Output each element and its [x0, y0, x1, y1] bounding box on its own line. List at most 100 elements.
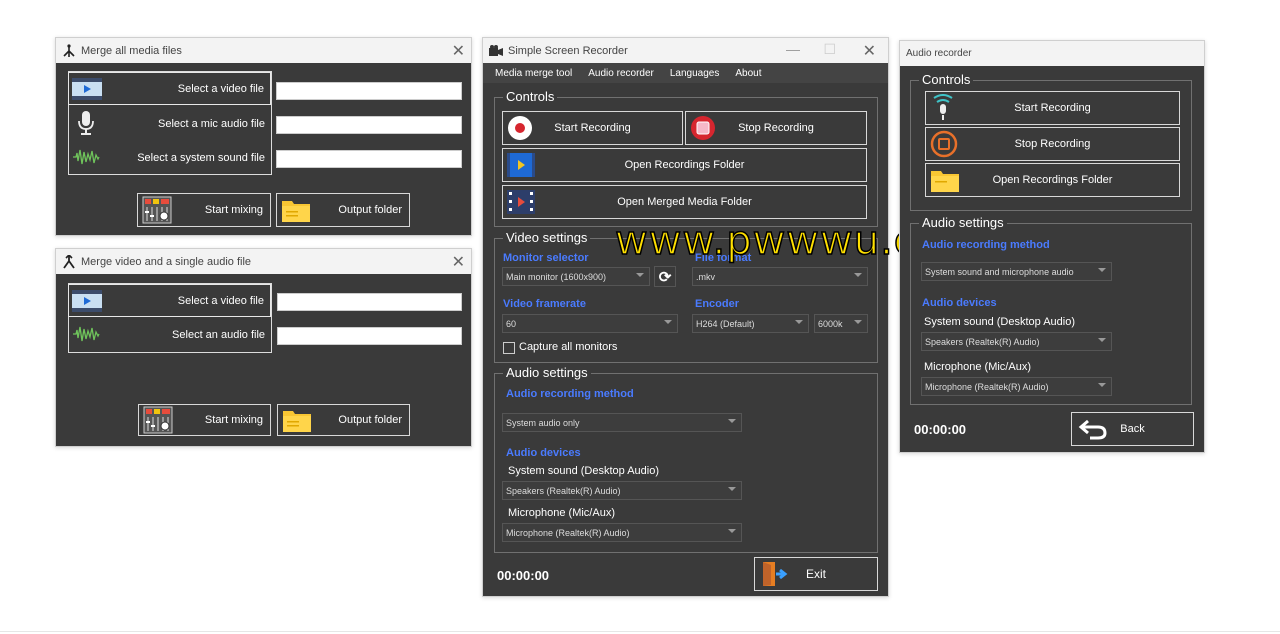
chevron-down-icon: [795, 320, 803, 324]
folder-icon: [930, 167, 960, 193]
microphone-dropdown[interactable]: Microphone (Realtek(R) Audio): [502, 523, 742, 542]
select-video-file-button[interactable]: Select a video file: [68, 72, 271, 105]
open-merged-label: Open Merged Media Folder: [617, 196, 752, 208]
merge-all-title: Merge all media files: [81, 44, 182, 57]
select-mic-label: Select a mic audio file: [158, 117, 265, 130]
stop-recording-button[interactable]: Stop Recording: [685, 111, 867, 145]
stop-icon: [690, 115, 716, 141]
menu-about[interactable]: About: [735, 68, 761, 79]
open-merged-media-folder-button[interactable]: Open Merged Media Folder: [502, 185, 867, 219]
encoder-dropdown[interactable]: H264 (Default): [692, 314, 809, 333]
system-sound-path-field[interactable]: [276, 150, 462, 168]
bitrate-dropdown[interactable]: 6000k: [814, 314, 868, 333]
recorder-start-button[interactable]: Start Recording: [925, 91, 1180, 125]
file-format-value: .mkv: [696, 271, 715, 282]
exit-button[interactable]: Exit: [754, 557, 878, 591]
capture-all-monitors-checkbox[interactable]: [503, 342, 515, 354]
recorder-method-value: System sound and microphone audio: [925, 266, 1074, 277]
mixer-icon: [143, 406, 173, 434]
start-mixing-label: Start mixing: [204, 414, 263, 426]
close-icon[interactable]: ✕: [863, 41, 876, 61]
select-video-label: Select a video file: [177, 82, 264, 95]
chevron-down-icon: [1098, 338, 1106, 342]
output-folder-button[interactable]: Output folder: [276, 193, 410, 227]
close-icon[interactable]: ✕: [452, 252, 465, 272]
recorder-stop-label: Stop Recording: [1014, 138, 1091, 150]
main-title: Simple Screen Recorder: [508, 44, 628, 57]
system-sound-dropdown[interactable]: Speakers (Realtek(R) Audio): [502, 481, 742, 500]
maximize-icon[interactable]: ☐: [823, 41, 836, 58]
sound-wave-icon: [71, 321, 101, 347]
audio-method-dropdown[interactable]: System audio only: [502, 413, 742, 432]
recorder-system-dropdown[interactable]: Speakers (Realtek(R) Audio): [921, 332, 1112, 351]
chevron-down-icon: [636, 273, 644, 277]
recorder-open-folder-button[interactable]: Open Recordings Folder: [925, 163, 1180, 197]
select-mic-audio-button[interactable]: Select a mic audio file: [68, 107, 271, 140]
recorder-controls-legend: Controls: [919, 72, 974, 87]
merge-all-window: Merge all media files ✕ Select a video f…: [55, 37, 472, 236]
open-recordings-folder-button[interactable]: Open Recordings Folder: [502, 148, 867, 182]
video-file-icon: [72, 288, 102, 314]
controls-legend: Controls: [503, 89, 558, 104]
microphone-label: Microphone (Mic/Aux): [508, 507, 615, 519]
audio-file-path-field[interactable]: [277, 327, 462, 345]
main-titlebar: Simple Screen Recorder — ☐ ✕: [483, 38, 888, 63]
encoder-label: Encoder: [695, 298, 740, 310]
recorder-devices-label: Audio devices: [922, 297, 997, 309]
recorder-stop-button[interactable]: Stop Recording: [925, 127, 1180, 161]
refresh-monitors-button[interactable]: ⟳: [654, 266, 676, 287]
mixer-icon: [142, 196, 172, 224]
video-folder-icon: [507, 153, 535, 177]
page-divider: [0, 631, 1280, 632]
video-file-path-field[interactable]: [276, 82, 462, 100]
start-recording-button[interactable]: Start Recording: [502, 111, 683, 145]
close-icon[interactable]: ✕: [452, 41, 465, 61]
merge-single-titlebar: Merge video and a single audio file ✕: [56, 249, 471, 274]
select-system-sound-label: Select a system sound file: [137, 151, 265, 164]
menu-audio-recorder[interactable]: Audio recorder: [588, 68, 654, 79]
start-mixing-button[interactable]: Start mixing: [137, 193, 271, 227]
video-framerate-value: 60: [506, 318, 517, 329]
recording-timer: 00:00:00: [497, 568, 550, 583]
back-button[interactable]: Back: [1071, 412, 1194, 446]
audio-method-label: Audio recording method: [506, 388, 634, 400]
mic-wave-icon: [930, 94, 956, 122]
recorder-open-folder-label: Open Recordings Folder: [992, 174, 1113, 186]
chevron-down-icon: [1098, 383, 1106, 387]
select-video-file-button[interactable]: Select a video file: [68, 284, 271, 317]
video-framerate-dropdown[interactable]: 60: [502, 314, 678, 333]
start-mixing-button[interactable]: Start mixing: [138, 404, 271, 436]
microphone-value: Microphone (Realtek(R) Audio): [506, 527, 630, 538]
folder-icon: [282, 407, 312, 433]
sound-wave-icon: [71, 144, 101, 170]
chevron-down-icon: [854, 320, 862, 324]
back-label: Back: [1120, 423, 1145, 435]
merge-all-titlebar: Merge all media files ✕: [56, 38, 471, 63]
output-folder-button[interactable]: Output folder: [277, 404, 410, 436]
record-icon: [507, 115, 533, 141]
recorder-method-dropdown[interactable]: System sound and microphone audio: [921, 262, 1112, 281]
select-system-sound-button[interactable]: Select a system sound file: [68, 141, 271, 174]
video-file-path-field[interactable]: [277, 293, 462, 311]
file-format-dropdown[interactable]: .mkv: [692, 267, 868, 286]
merge-single-title: Merge video and a single audio file: [81, 255, 252, 268]
minimize-icon[interactable]: —: [786, 41, 800, 57]
exit-label: Exit: [805, 567, 826, 581]
open-recordings-label: Open Recordings Folder: [624, 159, 745, 171]
recorder-audio-settings-legend: Audio settings: [919, 215, 1007, 230]
start-mixing-label: Start mixing: [204, 204, 263, 216]
menu-languages[interactable]: Languages: [670, 68, 720, 79]
audio-recorder-titlebar: Audio recorder: [900, 41, 1204, 66]
mic-audio-path-field[interactable]: [276, 116, 462, 134]
audio-devices-label: Audio devices: [506, 447, 581, 459]
monitor-selector-dropdown[interactable]: Main monitor (1600x900): [502, 267, 650, 286]
menu-media-merge-tool[interactable]: Media merge tool: [495, 68, 572, 79]
encoder-value: H264 (Default): [696, 318, 755, 329]
recorder-mic-value: Microphone (Realtek(R) Audio): [925, 381, 1049, 392]
recorder-mic-dropdown[interactable]: Microphone (Realtek(R) Audio): [921, 377, 1112, 396]
merge-arrow-icon: [62, 254, 76, 269]
output-folder-label: Output folder: [338, 414, 402, 426]
select-audio-file-button[interactable]: Select an audio file: [68, 318, 271, 351]
chevron-down-icon: [728, 487, 736, 491]
main-window: Simple Screen Recorder — ☐ ✕ Media merge…: [482, 37, 889, 597]
